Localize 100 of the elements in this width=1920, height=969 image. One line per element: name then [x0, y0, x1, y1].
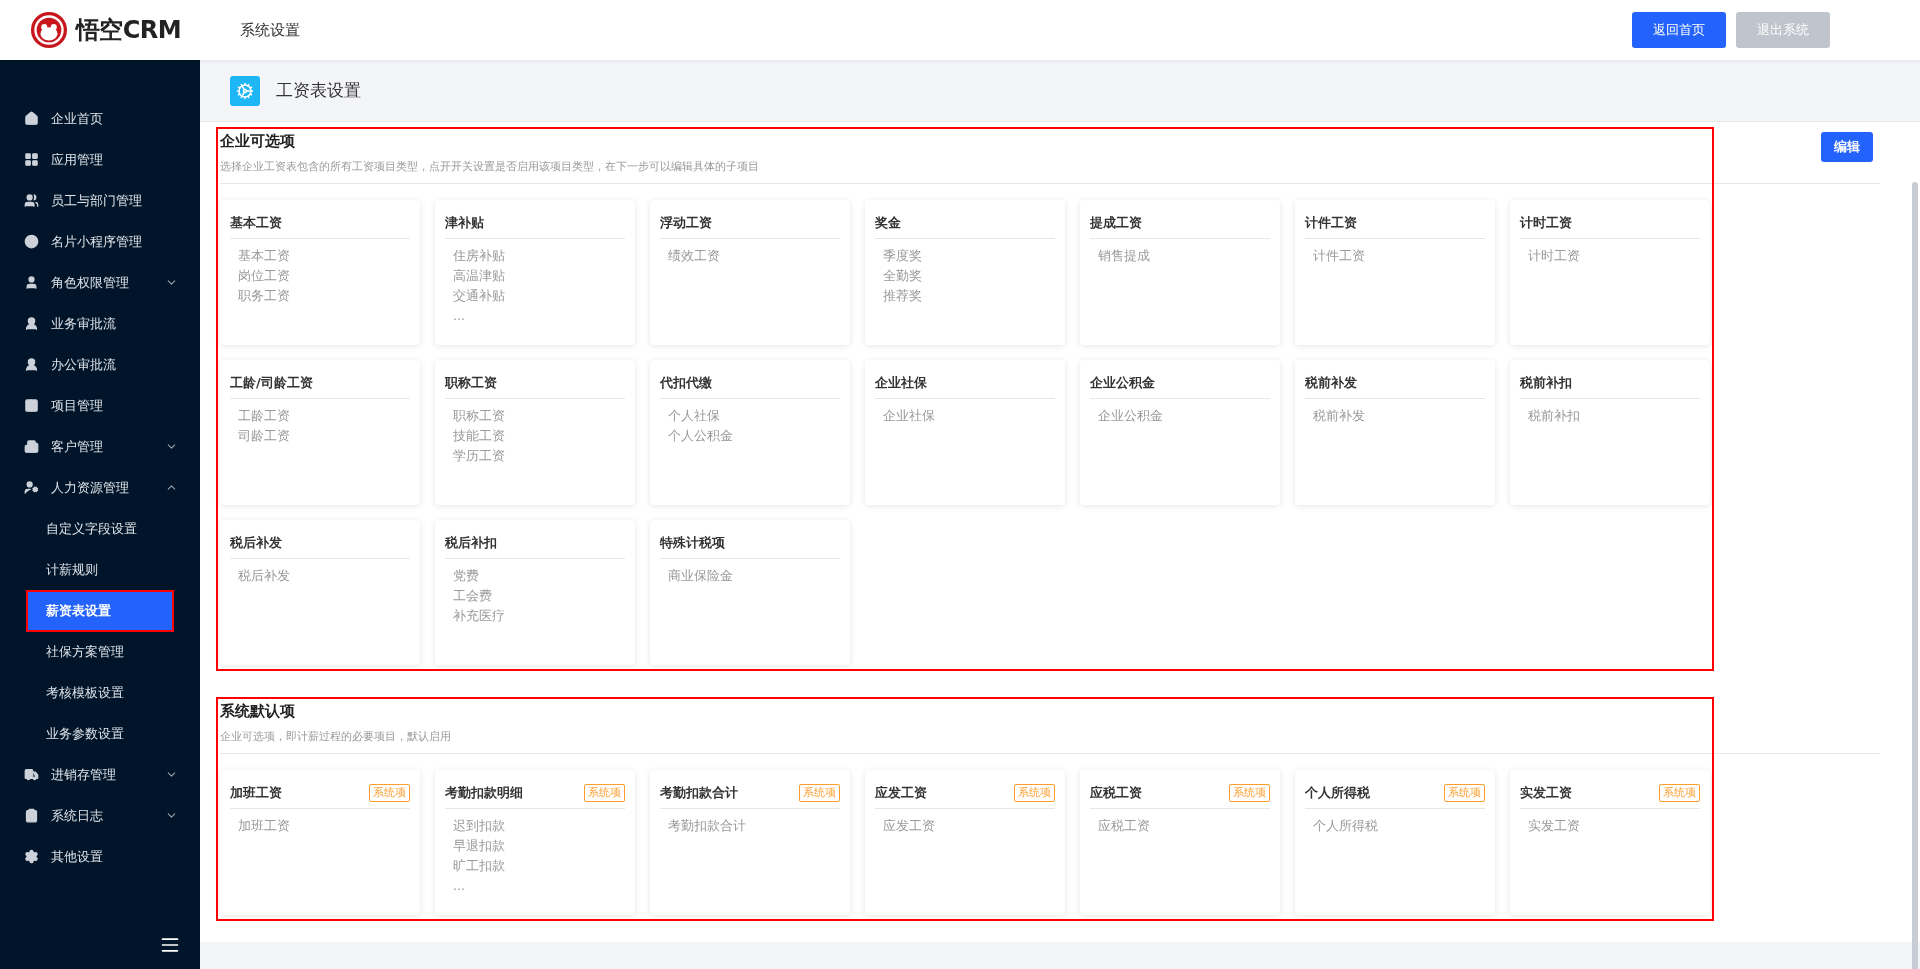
card-title: 应税工资	[1090, 784, 1142, 803]
sidebar-item[interactable]: 人力资源管理	[0, 467, 200, 508]
sidebar-item[interactable]: 其他设置	[0, 836, 200, 877]
submenu-item[interactable]: 薪资表设置	[28, 591, 172, 630]
salary-card[interactable]: 计时工资 计时工资	[1510, 200, 1710, 345]
collapse-menu-icon[interactable]	[160, 935, 180, 955]
card-item: 职称工资	[453, 407, 506, 425]
salary-card[interactable]: 税前补扣 税前补扣	[1510, 360, 1710, 505]
card-title: 计件工资	[1305, 214, 1357, 233]
card-item: 税后补发	[238, 567, 291, 585]
sidebar-item[interactable]: 客户管理	[0, 426, 200, 467]
card-item: 推荐奖	[883, 287, 923, 305]
card-title: 考勤扣款合计	[660, 784, 738, 803]
card-item: ...	[453, 877, 466, 895]
card-title: 职称工资	[445, 374, 497, 393]
card-title: 个人所得税	[1305, 784, 1370, 803]
card-item: 应税工资	[1098, 817, 1151, 835]
sidebar-item[interactable]: 名片小程序管理	[0, 221, 200, 262]
sidebar-item[interactable]: 系统日志	[0, 795, 200, 836]
submenu-item[interactable]: 自定义字段设置	[28, 509, 172, 548]
sidebar-item[interactable]: 进销存管理	[0, 754, 200, 795]
logo-text: 悟空CRM	[76, 15, 181, 46]
salary-card[interactable]: 税后补发 税后补发	[220, 520, 420, 665]
card-title: 代扣代缴	[660, 374, 712, 393]
card-item: ...	[453, 307, 466, 325]
card-item: 个人社保	[668, 407, 721, 425]
salary-card[interactable]: 工龄/司龄工资 工龄工资 司龄工资	[220, 360, 420, 505]
card-title: 津补贴	[445, 214, 484, 233]
card-item: 工龄工资	[238, 407, 291, 425]
salary-card[interactable]: 应税工资 系统项 应税工资	[1080, 770, 1280, 915]
salary-card[interactable]: 税前补发 税前补发	[1295, 360, 1495, 505]
salary-card[interactable]: 职称工资 职称工资 技能工资 学历工资	[435, 360, 635, 505]
system-tag: 系统项	[799, 784, 840, 802]
submenu-item[interactable]: 考核模板设置	[28, 673, 172, 712]
card-item: 技能工资	[453, 427, 506, 445]
card-item: 职务工资	[238, 287, 291, 305]
card-item: 司龄工资	[238, 427, 291, 445]
card-item: 党费	[453, 567, 480, 585]
sidebar-item[interactable]: 业务审批流	[0, 303, 200, 344]
user-icon	[24, 316, 39, 331]
page-icon	[230, 75, 260, 106]
sidebar-item[interactable]: 角色权限管理	[0, 262, 200, 303]
salary-card[interactable]: 加班工资 系统项 加班工资	[220, 770, 420, 915]
card-item: 销售提成	[1098, 247, 1151, 265]
salary-card[interactable]: 个人所得税 系统项 个人所得税	[1295, 770, 1495, 915]
card-title: 企业公积金	[1090, 374, 1155, 393]
page-title: 工资表设置	[276, 78, 361, 102]
card-item: 基本工资	[238, 247, 291, 265]
card-item: 加班工资	[238, 817, 291, 835]
card-item: 应发工资	[883, 817, 936, 835]
sidebar-item[interactable]: 项目管理	[0, 385, 200, 426]
salary-card[interactable]: 津补贴 住房补贴 高温津贴 交通补贴 ...	[435, 200, 635, 345]
user-icon	[24, 480, 39, 495]
card-item: 企业公积金	[1098, 407, 1164, 425]
submenu-item[interactable]: 社保方案管理	[28, 632, 172, 671]
section-title: 企业可选项	[220, 132, 295, 150]
card-item: 个人公积金	[668, 427, 734, 445]
card-title: 应发工资	[875, 784, 927, 803]
card-item: 计时工资	[1528, 247, 1581, 265]
sidebar-item[interactable]: 企业首页	[0, 98, 200, 139]
header-title: 系统设置	[240, 19, 300, 41]
system-tag: 系统项	[584, 784, 625, 802]
card-title: 企业社保	[875, 374, 927, 393]
salary-card[interactable]: 考勤扣款合计 系统项 考勤扣款合计	[650, 770, 850, 915]
card-item: 学历工资	[453, 447, 506, 465]
salary-card[interactable]: 计件工资 计件工资	[1295, 200, 1495, 345]
card-item: 迟到扣款	[453, 817, 506, 835]
card-title: 浮动工资	[660, 214, 712, 233]
submenu-item[interactable]: 计薪规则	[28, 550, 172, 589]
card-item: 高温津贴	[453, 267, 506, 285]
card-item: 绩效工资	[668, 247, 721, 265]
salary-card[interactable]: 企业公积金 企业公积金	[1080, 360, 1280, 505]
system-tag: 系统项	[369, 784, 410, 802]
card-item: 旷工扣款	[453, 857, 506, 875]
grid-icon	[24, 152, 39, 167]
card-item: 岗位工资	[238, 267, 291, 285]
salary-card[interactable]: 浮动工资 绩效工资	[650, 200, 850, 345]
salary-card[interactable]: 实发工资 系统项 实发工资	[1510, 770, 1710, 915]
card-title: 计时工资	[1520, 214, 1572, 233]
salary-card[interactable]: 奖金 季度奖 全勤奖 推荐奖	[865, 200, 1065, 345]
salary-card[interactable]: 考勤扣款明细 系统项 迟到扣款 早退扣款 旷工扣款 ...	[435, 770, 635, 915]
salary-card[interactable]: 企业社保 企业社保	[865, 360, 1065, 505]
sidebar-item[interactable]: 应用管理	[0, 139, 200, 180]
salary-card[interactable]: 代扣代缴 个人社保 个人公积金	[650, 360, 850, 505]
system-tag: 系统项	[1444, 784, 1485, 802]
edit-button[interactable]: 编辑	[1821, 132, 1873, 162]
monkey-logo-icon	[30, 11, 68, 49]
salary-card[interactable]: 应发工资 系统项 应发工资	[865, 770, 1065, 915]
salary-card[interactable]: 提成工资 销售提成	[1080, 200, 1280, 345]
user-icon	[24, 275, 39, 290]
submenu-item[interactable]: 业务参数设置	[28, 714, 172, 753]
salary-card[interactable]: 基本工资 基本工资 岗位工资 职务工资	[220, 200, 420, 345]
card-title: 加班工资	[230, 784, 282, 803]
salary-card[interactable]: 特殊计税项 商业保险金	[650, 520, 850, 665]
home-button[interactable]: 返回首页	[1632, 12, 1726, 48]
sidebar-item[interactable]: 办公审批流	[0, 344, 200, 385]
card-title: 税后补扣	[445, 534, 497, 553]
sidebar-item[interactable]: 员工与部门管理	[0, 180, 200, 221]
salary-card[interactable]: 税后补扣 党费 工会费 补充医疗	[435, 520, 635, 665]
card-item: 季度奖	[883, 247, 923, 265]
